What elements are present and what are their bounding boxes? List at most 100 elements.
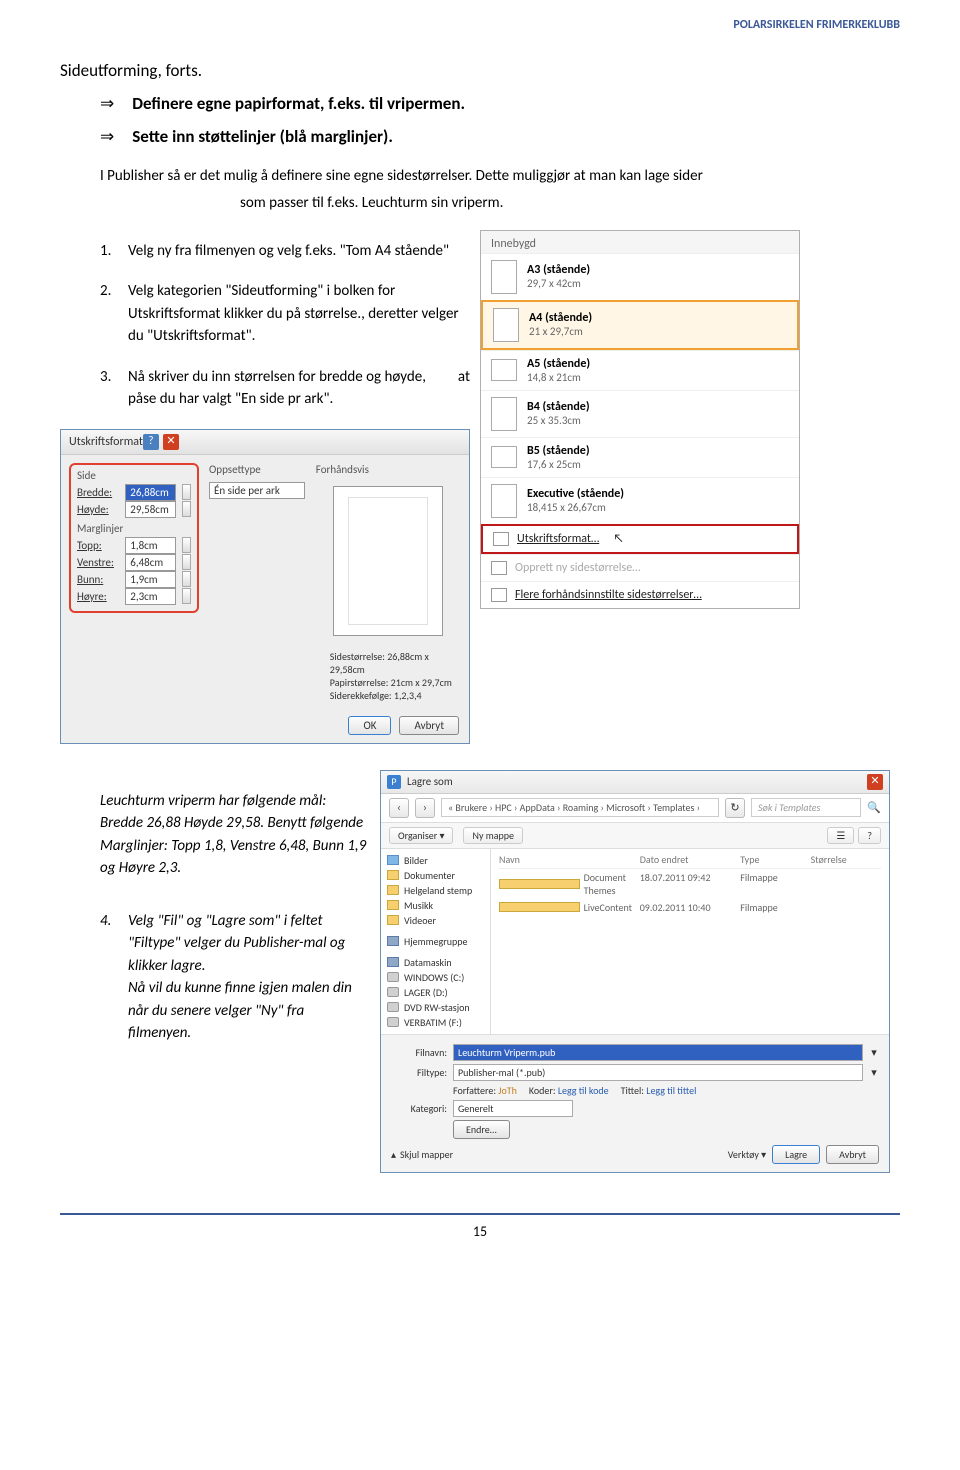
link-create-new-size[interactable]: Opprett ny sidestørrelse…	[481, 554, 799, 581]
preview-label: Forhåndsvis	[316, 463, 461, 476]
arrow-text: Definere egne papirformat, f.eks. til vr…	[132, 93, 465, 114]
search-icon[interactable]: 🔍	[867, 801, 881, 815]
save-button[interactable]: Lagre	[772, 1145, 820, 1164]
step-1: 1. Velg ny fra filmenyen og velg f.eks. …	[100, 240, 470, 263]
hide-folders-toggle[interactable]: ▴Skjul mapper	[391, 1148, 453, 1161]
list-item[interactable]: LiveContent 09.02.2011 10:40Filmappe	[499, 899, 881, 916]
size-option-b4[interactable]: B4 (stående)25 x 35.3cm	[481, 390, 799, 437]
left-label: Venstre:	[77, 556, 119, 569]
spinner-icon[interactable]	[182, 501, 191, 517]
dvd-icon	[387, 1002, 399, 1012]
step-3: 3. Nå skriver du inn størrelsen for bred…	[100, 366, 470, 411]
organize-button[interactable]: Organiser ▾	[389, 827, 453, 844]
step-2: 2. Velg kategorien "Sideutforming" i bol…	[100, 280, 470, 348]
close-icon[interactable]: ✕	[867, 774, 883, 790]
size-option-a5[interactable]: A5 (stående)14,8 x 21cm	[481, 350, 799, 390]
link-more-sizes[interactable]: Flere forhåndsinnstilte sidestørrelser…	[481, 581, 799, 608]
measurements-note: Leuchturm vriperm har følgende mål: Bred…	[100, 790, 370, 880]
tools-menu[interactable]: Verktøy ▾	[728, 1148, 766, 1161]
info-order: Siderekkefølge: 1,2,3,4	[330, 689, 461, 702]
height-input[interactable]: 29,58cm	[125, 501, 175, 518]
side-group-title: Side	[77, 469, 191, 482]
list-item[interactable]: Document Themes 18.07.2011 09:42Filmappe	[499, 869, 881, 899]
step-2-text: Velg kategorien "Sideutforming" i bolken…	[128, 280, 470, 348]
drive-icon	[387, 972, 399, 982]
size-option-a4[interactable]: A4 (stående)21 x 29,7cm	[481, 300, 799, 350]
folder-icon	[387, 855, 399, 865]
spinner-icon[interactable]	[182, 554, 191, 570]
change-button[interactable]: Endre…	[453, 1120, 510, 1139]
authors-value[interactable]: JoTh	[498, 1084, 517, 1097]
arrow-text: Sette inn støttelinjer (blå marglinjer).	[132, 126, 393, 147]
folder-icon	[499, 879, 580, 889]
list-header[interactable]: NavnDato endretTypeStørrelse	[499, 853, 881, 869]
link-print-format[interactable]: Utskriftsformat… ↖	[481, 524, 799, 554]
cancel-button[interactable]: Avbryt	[826, 1145, 879, 1164]
bottom-label: Bunn:	[77, 573, 119, 586]
cursor-icon: ↖	[613, 532, 624, 546]
filename-input[interactable]: Leuchturm Vriperm.pub	[453, 1044, 863, 1061]
layout-type-select[interactable]: Én side per ark	[209, 482, 305, 499]
more-icon	[491, 588, 507, 602]
forward-icon[interactable]: ›	[415, 798, 435, 818]
section-title: Sideutforming, forts.	[60, 60, 900, 81]
size-option-executive[interactable]: Executive (stående)18,415 x 26,67cm	[481, 477, 799, 524]
arrow-icon: ⇒	[100, 93, 114, 114]
refresh-icon[interactable]: ↻	[725, 798, 745, 818]
filetype-select[interactable]: Publisher-mal (*.pub)	[453, 1064, 863, 1081]
spinner-icon[interactable]	[182, 588, 191, 604]
page-size-dropdown: Innebygd A3 (stående)29,7 x 42cm A4 (stå…	[480, 230, 800, 609]
ok-button[interactable]: OK	[348, 716, 391, 735]
drive-icon	[387, 987, 399, 997]
top-input[interactable]: 1,8cm	[125, 537, 175, 554]
intro-line-1: I Publisher så er det mulig å definere s…	[100, 165, 900, 188]
homegroup-icon	[387, 936, 399, 946]
folder-icon	[499, 902, 580, 912]
size-option-a3[interactable]: A3 (stående)29,7 x 42cm	[481, 253, 799, 300]
publisher-icon: P	[387, 775, 401, 789]
step-4-text-a: Velg "Fil" og "Lagre som" i feltet "Filt…	[128, 912, 345, 975]
computer-icon	[387, 957, 399, 967]
search-input[interactable]: Søk i Templates	[751, 798, 861, 817]
filetype-label: Filtype:	[391, 1066, 447, 1079]
step-4: 4. Velg "Fil" og "Lagre som" i feltet "F…	[100, 910, 370, 1045]
help-icon[interactable]: ?	[143, 434, 159, 450]
folder-icon	[387, 900, 399, 910]
info-pagesize: Sidestørrelse: 26,88cm x 29,58cm	[330, 650, 461, 676]
arrow-item-guides: ⇒ Sette inn støttelinjer (blå marglinjer…	[100, 126, 900, 147]
tags-value[interactable]: Legg til kode	[558, 1084, 609, 1097]
drive-icon	[387, 1017, 399, 1027]
category-select[interactable]: Generelt	[453, 1100, 573, 1117]
new-page-icon	[491, 561, 507, 575]
view-icon[interactable]: ☰	[827, 827, 854, 844]
intro-line-2: som passer til f.eks. Leuchturm sin vrip…	[240, 194, 900, 212]
org-header: POLARSIRKELEN FRIMERKEKLUBB	[733, 18, 900, 32]
spinner-icon[interactable]	[182, 537, 191, 553]
folder-tree[interactable]: Bilder Dokumenter Helgeland stemp Musikk…	[381, 849, 491, 1034]
width-input[interactable]: 26,88cm	[125, 484, 175, 501]
chevron-up-icon: ▴	[391, 1148, 396, 1161]
filename-label: Filnavn:	[391, 1046, 447, 1059]
close-icon[interactable]: ✕	[163, 434, 179, 450]
right-input[interactable]: 2,3cm	[125, 588, 175, 605]
layout-type-label: Oppsettype	[209, 463, 306, 476]
cancel-button[interactable]: Avbryt	[399, 716, 459, 735]
bottom-input[interactable]: 1,9cm	[125, 571, 175, 588]
step-4-text-b: Nå vil du kunne finne igjen malen din nå…	[128, 979, 352, 1042]
top-label: Topp:	[77, 539, 119, 552]
margins-group-title: Marglinjer	[77, 522, 191, 535]
breadcrumb[interactable]: « Brukere › HPC › AppData › Roaming › Mi…	[441, 798, 719, 817]
spinner-icon[interactable]	[182, 571, 191, 587]
title-value[interactable]: Legg til tittel	[646, 1084, 696, 1097]
size-option-b5[interactable]: B5 (stående)17,6 x 25cm	[481, 437, 799, 477]
folder-icon	[387, 870, 399, 880]
spinner-icon[interactable]	[182, 484, 191, 500]
category-label: Kategori:	[391, 1102, 447, 1115]
arrow-item-define: ⇒ Definere egne papirformat, f.eks. til …	[100, 93, 900, 114]
authors-label: Forfattere:	[453, 1084, 496, 1097]
left-input[interactable]: 6,48cm	[125, 554, 175, 571]
new-folder-button[interactable]: Ny mappe	[463, 827, 523, 844]
save-dialog-title: Lagre som	[407, 775, 453, 788]
back-icon[interactable]: ‹	[389, 798, 409, 818]
help-icon[interactable]: ?	[858, 827, 881, 844]
